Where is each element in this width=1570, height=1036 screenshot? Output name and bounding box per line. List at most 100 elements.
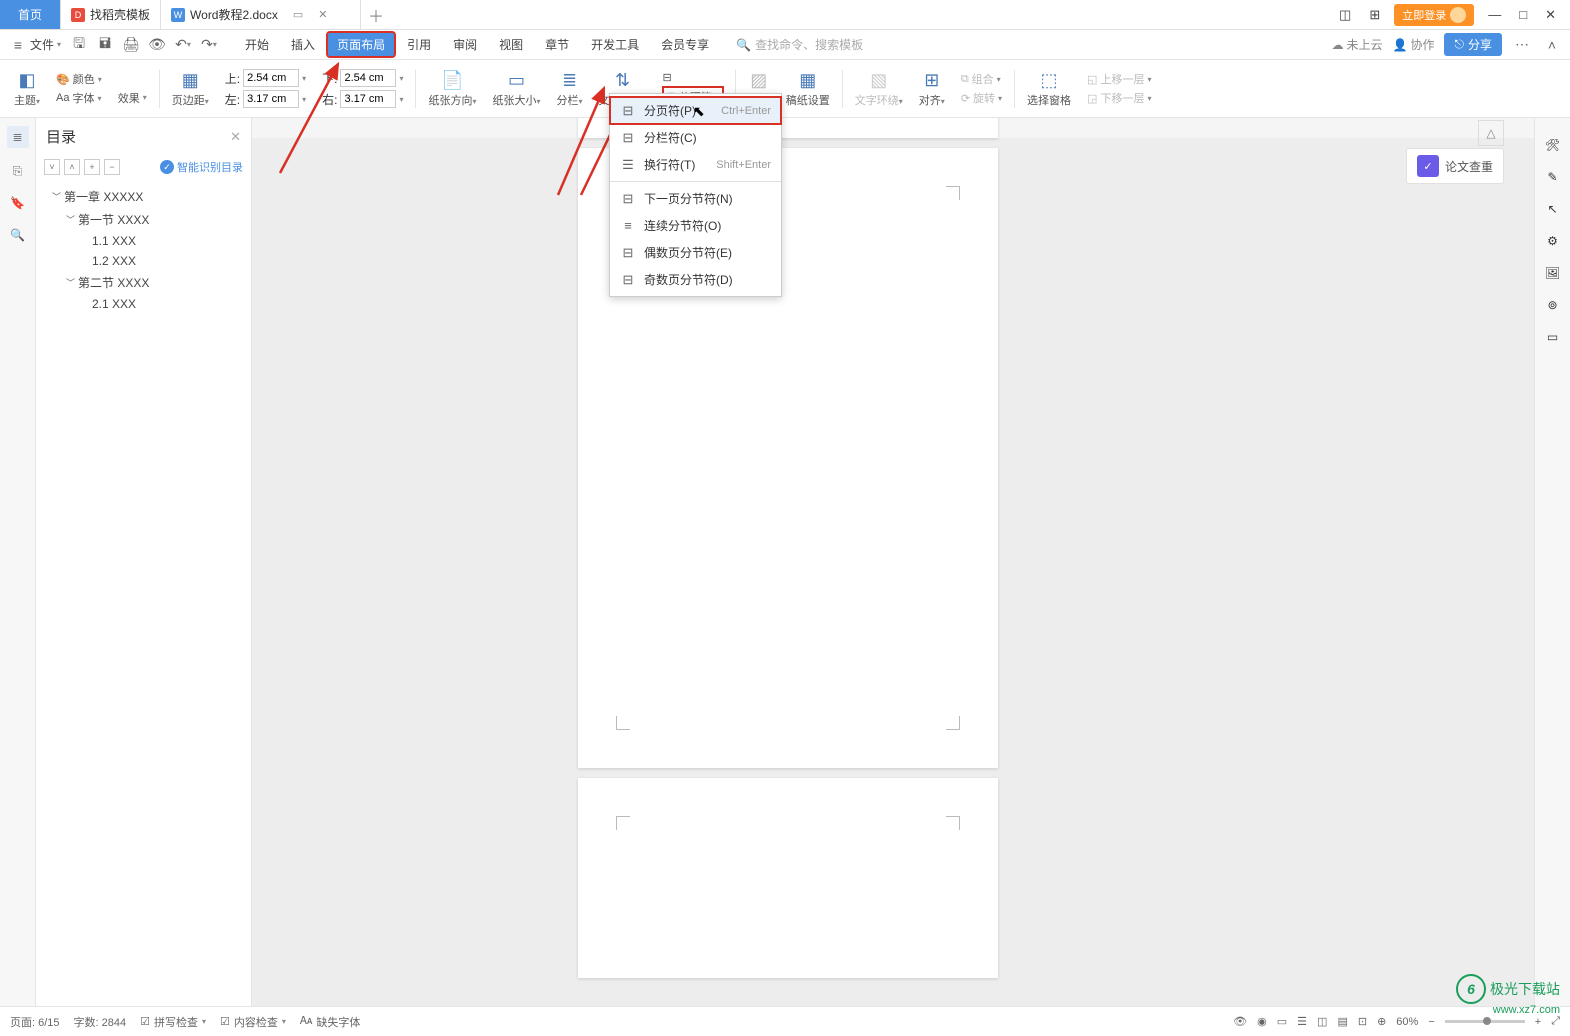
page-indicator[interactable]: 页面: 6/15	[10, 1014, 60, 1030]
word-count[interactable]: 字数: 2844	[74, 1014, 127, 1030]
layout-tool-icon[interactable]: △	[1478, 120, 1504, 146]
more-icon[interactable]: ⋯	[1512, 35, 1532, 55]
margin-left-field[interactable]: 左:▾	[225, 90, 306, 108]
cloud-status[interactable]: ☁未上云	[1332, 36, 1383, 53]
rotate-button[interactable]: ⟳旋转▾	[961, 90, 1002, 106]
clipboard-icon[interactable]: ⎘	[9, 162, 27, 180]
menu-column-break[interactable]: ⊟ 分栏符(C)	[610, 124, 781, 151]
expand-all-icon[interactable]: ˄	[64, 159, 80, 175]
plagiarism-check-button[interactable]: ✓ 论文查重	[1406, 148, 1504, 184]
file-menu[interactable]: 文件▾	[30, 36, 61, 53]
location-icon[interactable]: ⊚	[1547, 298, 1557, 312]
minimize-button[interactable]: —	[1484, 7, 1505, 22]
margin-top-field[interactable]: 上:▾	[225, 69, 306, 87]
tree-item-1-1[interactable]: 1.1 XXX	[44, 231, 243, 251]
save-as-icon[interactable]: 🖬	[95, 35, 115, 55]
zoom-panel-icon[interactable]: ⊕	[1377, 1015, 1386, 1028]
menu-tab-review[interactable]: 审阅	[443, 32, 487, 57]
menu-tab-devtools[interactable]: 开发工具	[581, 32, 649, 57]
menu-tab-start[interactable]: 开始	[235, 32, 279, 57]
bookmark-icon[interactable]: 🔖	[9, 194, 27, 212]
undo-icon[interactable]: ↶▾	[173, 35, 193, 55]
margins-button[interactable]: ▦页边距▾	[172, 70, 209, 108]
tab-home[interactable]: 首页	[0, 0, 61, 29]
tree-item-2-1[interactable]: 2.1 XXX	[44, 294, 243, 314]
app-layout-icon[interactable]: ◫	[1335, 7, 1355, 23]
menu-tab-references[interactable]: 引用	[397, 32, 441, 57]
columns-button[interactable]: ≣分栏▾	[557, 70, 583, 108]
menu-line-break[interactable]: ☰ 换行符(T) Shift+Enter	[610, 151, 781, 178]
reading-mode-icon[interactable]: 👁	[1233, 1015, 1247, 1028]
line-numbers-button[interactable]: ⊟	[663, 71, 723, 84]
zoom-value[interactable]: 60%	[1396, 1016, 1418, 1028]
paper-size-button[interactable]: ▭纸张大小▾	[493, 70, 541, 108]
bring-front-button[interactable]: ◱上移一层▾	[1087, 71, 1151, 87]
maximize-button[interactable]: □	[1515, 7, 1531, 22]
outline-icon[interactable]: ≣	[7, 126, 29, 148]
font-button[interactable]: Aa字体▾	[56, 90, 102, 106]
edit-icon[interactable]: ✎	[1547, 170, 1557, 184]
collapse-all-icon[interactable]: ˅	[44, 159, 60, 175]
content-check-toggle[interactable]: ☑内容检查▾	[220, 1014, 286, 1030]
menu-continuous-section[interactable]: ≡ 连续分节符(O)	[610, 212, 781, 239]
theme-button[interactable]: ◧主题▾	[14, 70, 40, 108]
paper-layout-button[interactable]: ▦稿纸设置	[786, 70, 830, 108]
focus-mode-icon[interactable]: ◉	[1257, 1015, 1267, 1028]
align-button[interactable]: ⊞对齐▾	[919, 70, 945, 108]
orientation-button[interactable]: 📄纸张方向▾	[428, 70, 476, 108]
print-preview-icon[interactable]: 👁	[147, 35, 167, 55]
tab-menu-icon[interactable]: ▭	[293, 8, 303, 21]
outline-close-icon[interactable]: ✕	[230, 129, 241, 145]
select-pane-button[interactable]: ⬚选择窗格	[1027, 70, 1071, 108]
spell-check-toggle[interactable]: ☑拼写检查▾	[140, 1014, 206, 1030]
color-button[interactable]: 🎨颜色▾	[56, 71, 102, 87]
smart-toc-button[interactable]: ✓ 智能识别目录	[160, 159, 243, 175]
menu-odd-page-section[interactable]: ⊟ 奇数页分节符(D)	[610, 266, 781, 293]
share-button[interactable]: ⎋分享	[1444, 33, 1502, 56]
combine-button[interactable]: ⧉组合▾	[961, 71, 1002, 87]
tab-templates[interactable]: D 找稻壳模板	[61, 0, 161, 29]
command-search[interactable]: 🔍 查找命令、搜索模板	[736, 36, 863, 53]
fullscreen-icon[interactable]: ⤢	[1551, 1015, 1560, 1028]
add-item-icon[interactable]: +	[84, 159, 100, 175]
remove-item-icon[interactable]: −	[104, 159, 120, 175]
tab-document[interactable]: W Word教程2.docx ▭ ✕	[161, 0, 361, 29]
menu-list-icon[interactable]: ≡	[8, 35, 28, 55]
menu-tab-member[interactable]: 会员专享	[651, 32, 719, 57]
margin-bottom-field[interactable]: 下:▾	[322, 69, 403, 87]
save-icon[interactable]: 🖫	[69, 35, 89, 55]
zoom-in-icon[interactable]: +	[1535, 1016, 1541, 1028]
tree-item-1-2[interactable]: 1.2 XXX	[44, 251, 243, 271]
effects-button[interactable]: 效果▾	[118, 90, 147, 106]
document-area[interactable]: 8 12 16 20 24 28 32 △ ✓ 论文查重	[252, 118, 1534, 1006]
redo-icon[interactable]: ↷▾	[199, 35, 219, 55]
menu-tab-chapter[interactable]: 章节	[535, 32, 579, 57]
menu-tab-view[interactable]: 视图	[489, 32, 533, 57]
new-tab-button[interactable]: ＋	[361, 0, 391, 29]
send-back-button[interactable]: ◲下移一层▾	[1087, 90, 1151, 106]
pointer-icon[interactable]: ↖	[1547, 202, 1557, 216]
menu-tab-insert[interactable]: 插入	[281, 32, 325, 57]
tree-item-section1[interactable]: ﹀第一节 XXXX	[44, 208, 243, 231]
zoom-slider[interactable]	[1445, 1020, 1525, 1023]
menu-even-page-section[interactable]: ⊟ 偶数页分节符(E)	[610, 239, 781, 266]
text-wrap-button[interactable]: ▧文字环绕▾	[855, 70, 903, 108]
zoom-out-icon[interactable]: −	[1428, 1016, 1434, 1028]
missing-font[interactable]: 🗛缺失字体	[300, 1014, 360, 1030]
draft-view-icon[interactable]: ▤	[1337, 1015, 1347, 1028]
tree-item-section2[interactable]: ﹀第二节 XXXX	[44, 271, 243, 294]
menu-tab-page-layout[interactable]: 页面布局	[327, 32, 395, 57]
tree-item-chapter1[interactable]: ﹀第一章 XXXXX	[44, 185, 243, 208]
app-grid-icon[interactable]: ⊞	[1365, 7, 1384, 23]
menu-next-page-section[interactable]: ⊟ 下一页分节符(N)	[610, 185, 781, 212]
pages-icon[interactable]: ▭	[1547, 330, 1558, 344]
web-layout-icon[interactable]: ☰	[1297, 1015, 1307, 1028]
close-window-button[interactable]: ✕	[1541, 7, 1560, 23]
login-button[interactable]: 立即登录	[1394, 4, 1474, 26]
fit-width-icon[interactable]: ⊡	[1358, 1015, 1367, 1028]
tab-close-icon[interactable]: ✕	[318, 8, 327, 21]
assets-icon[interactable]: 🖼	[1545, 266, 1560, 280]
print-icon[interactable]: 🖨	[121, 35, 141, 55]
margin-right-field[interactable]: 右:▾	[322, 90, 403, 108]
cooperation-button[interactable]: 👤协作	[1393, 36, 1435, 53]
